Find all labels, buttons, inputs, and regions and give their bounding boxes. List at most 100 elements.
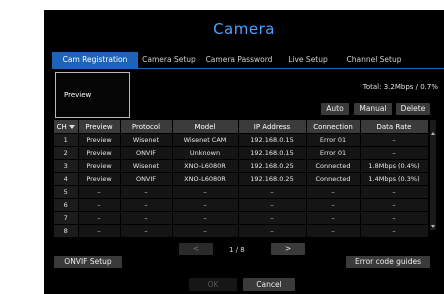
cell-ch: 5 [54,185,79,199]
cell-protocol: – [120,224,173,237]
table-row[interactable]: 4 Preview ONVIF XNO-L6080R 192.168.0.25 Conne… [54,172,429,186]
camera-table: CH Preview Protocol Model IP Address Con… [54,120,429,237]
col-connection: Connection [306,120,361,134]
cell-ch: 7 [54,211,79,225]
cell-ch: 2 [54,146,79,160]
cell-rate: – [360,211,429,225]
cell-ip: – [238,224,307,237]
tab-channel-setup[interactable]: Channel Setup [338,52,410,68]
cell-connection: – [306,185,361,199]
table-row[interactable]: 7– – – – – – [54,211,429,225]
table-row[interactable]: 1 Preview Wisenet Wisenet CAM 192.168.0.15 Er… [54,133,429,147]
cell-preview: Preview [78,159,121,173]
cell-preview: Preview [78,133,121,147]
col-ip: IP Address [238,120,307,134]
cell-connection: Connected [306,172,361,186]
window-title: Camera [213,20,275,38]
table-header: CH Preview Protocol Model IP Address Con… [54,120,429,134]
onvif-setup-button[interactable]: ONVIF Setup [54,256,122,268]
cell-rate: – [360,224,429,237]
cell-rate: – [360,198,429,212]
cell-connection: – [306,198,361,212]
cell-connection: – [306,224,361,237]
scroll-up-icon[interactable] [431,132,435,135]
cell-ip: 192.168.0.15 [238,146,307,160]
camera-window: Camera Cam Registration Camera Setup Cam… [44,10,444,294]
cell-ch: 1 [54,133,79,147]
cell-protocol: – [120,198,173,212]
delete-button[interactable]: Delete [396,103,430,115]
cell-ch: 3 [54,159,79,173]
cell-model: XNO-L6080R [172,159,239,173]
tab-camera-setup[interactable]: Camera Setup [138,52,200,68]
col-ch-label: CH [56,122,67,131]
cell-rate: 1.8Mbps (0.4%) [360,159,429,173]
cell-protocol: – [120,211,173,225]
table-row[interactable]: 2 Preview ONVIF Unknown 192.168.0.15 Error 01… [54,146,429,160]
cell-ip: 192.168.0.25 [238,172,307,186]
cell-preview: – [78,211,121,225]
cell-preview: – [78,185,121,199]
cell-model: XNO-L6080R [172,172,239,186]
cell-preview: – [78,198,121,212]
table-row[interactable]: 6– – – – – – [54,198,429,212]
col-rate: Data Rate [360,120,429,134]
cell-ip: – [238,198,307,212]
cell-ip: 192.168.0.15 [238,133,307,147]
cell-ip: 192.168.0.25 [238,159,307,173]
total-bandwidth: Total: 3.2Mbps / 0.7% [362,83,438,91]
manual-button[interactable]: Manual [354,103,392,115]
cell-model: Unknown [172,146,239,160]
cell-model: – [172,224,239,237]
cell-protocol: ONVIF [120,172,173,186]
cell-model: Wisenet CAM [172,133,239,147]
tab-bar: Cam Registration Camera Setup Camera Pas… [52,52,410,68]
cell-protocol: Wisenet [120,133,173,147]
cell-ch: 4 [54,172,79,186]
cell-ch: 6 [54,198,79,212]
error-code-guides-button[interactable]: Error code guides [346,256,430,268]
col-protocol: Protocol [120,120,173,134]
preview-label: Preview [64,91,92,99]
cell-connection: – [306,211,361,225]
cell-connection: Error 01 [306,146,361,160]
table-row[interactable]: 5– – – – – – [54,185,429,199]
cell-preview: Preview [78,172,121,186]
scroll-down-icon[interactable] [431,225,435,228]
cell-ip: – [238,185,307,199]
col-preview: Preview [78,120,121,134]
col-ch[interactable]: CH [54,120,79,134]
tab-camera-password[interactable]: Camera Password [200,52,278,68]
preview-pane: Preview [55,72,130,118]
cell-ch: 8 [54,224,79,237]
ok-button[interactable]: OK [189,278,237,291]
cell-model: – [172,185,239,199]
auto-button[interactable]: Auto [321,103,349,115]
cell-protocol: Wisenet [120,159,173,173]
cell-rate: – [360,185,429,199]
tab-live-setup[interactable]: Live Setup [278,52,338,68]
table-row[interactable]: 8– – – – – – [54,224,429,237]
cell-preview: – [78,224,121,237]
cell-rate: 1.4Mbps (0.3%) [360,172,429,186]
cell-preview: Preview [78,146,121,160]
cell-model: – [172,198,239,212]
col-model: Model [172,120,239,134]
tab-cam-registration[interactable]: Cam Registration [52,52,138,68]
cell-ip: – [238,211,307,225]
cell-rate: – [360,133,429,147]
cancel-button[interactable]: Cancel [243,278,295,291]
cell-model: – [172,211,239,225]
cell-protocol: – [120,185,173,199]
cell-connection: Connected [306,159,361,173]
cell-protocol: ONVIF [120,146,173,160]
sort-down-icon [68,124,75,129]
cell-rate: – [360,146,429,160]
page-indicator: 1 / 8 [229,246,245,254]
table-scrollbar[interactable] [430,120,436,230]
prev-page-button[interactable]: < [179,243,213,255]
next-page-button[interactable]: > [271,243,305,255]
tab-underline [52,68,444,69]
table-row[interactable]: 3 Preview Wisenet XNO-L6080R 192.168.0.25 Con… [54,159,429,173]
cell-connection: Error 01 [306,133,361,147]
